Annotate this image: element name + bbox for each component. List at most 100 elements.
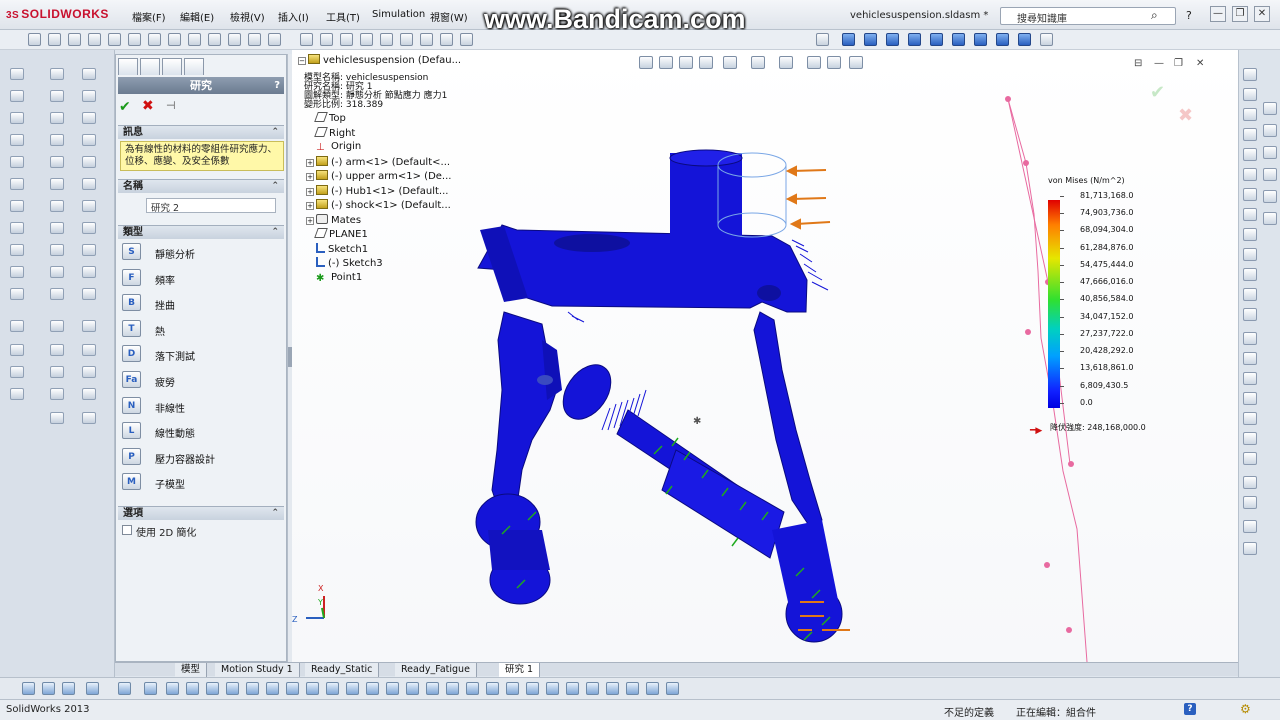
sim-tool-icon-11[interactable] xyxy=(246,682,259,695)
sim-tool-icon-30[interactable] xyxy=(626,682,639,695)
viewport-minimize-icon[interactable]: — xyxy=(1154,58,1164,69)
tool-icon-32[interactable] xyxy=(82,68,96,80)
view-dimetric-icon[interactable] xyxy=(996,33,1009,46)
zoom-icon[interactable] xyxy=(28,33,41,46)
circle-tool-icon[interactable] xyxy=(1243,148,1257,161)
expand-icon[interactable]: + xyxy=(306,202,314,210)
sim-tool-icon-23[interactable] xyxy=(486,682,499,695)
appearance-icon[interactable] xyxy=(340,33,353,46)
sim-tool-icon-8[interactable] xyxy=(186,682,199,695)
restore-button[interactable]: ❐ xyxy=(1232,6,1248,22)
tool-icon-3[interactable] xyxy=(10,112,24,124)
anchor-icon[interactable] xyxy=(816,33,829,46)
view-right-icon[interactable] xyxy=(908,33,921,46)
tool-icon-10[interactable] xyxy=(10,266,24,278)
sim-tool-icon-21[interactable] xyxy=(446,682,459,695)
tool-icon-18[interactable] xyxy=(50,112,64,124)
tree-item[interactable]: + (-) Hub1<1> (Default... xyxy=(306,184,448,197)
sim-tool-icon-29[interactable] xyxy=(606,682,619,695)
sim-tool-icon-26[interactable] xyxy=(546,682,559,695)
tree-item[interactable]: ✱ Point1 xyxy=(316,272,362,284)
name-section-header[interactable]: 名稱 ⌃ xyxy=(118,179,284,193)
collapse-icon[interactable]: ⌃ xyxy=(271,226,279,239)
expand-icon[interactable]: + xyxy=(306,173,314,181)
tab-ready-static[interactable]: Ready_Static xyxy=(305,663,380,677)
tool-icon-40[interactable] xyxy=(82,244,96,256)
table-icon[interactable] xyxy=(88,33,101,46)
tool-icon-19[interactable] xyxy=(50,134,64,146)
expand-icon[interactable]: + xyxy=(306,187,314,196)
sim-tool-icon-6[interactable] xyxy=(144,682,157,695)
custom-properties-icon[interactable] xyxy=(1263,212,1277,225)
right-arm[interactable] xyxy=(753,311,823,531)
tree-root[interactable]: − vehiclesuspension (Defau... xyxy=(298,54,461,66)
sim-tool-icon-25[interactable] xyxy=(526,682,539,695)
solidworks-logo[interactable]: 3S SOLIDWORKS xyxy=(6,7,109,21)
tool-icon-39[interactable] xyxy=(82,222,96,234)
menu-tools[interactable]: 工具(T) xyxy=(326,9,360,24)
quick-snap-icon[interactable] xyxy=(1243,476,1257,489)
polygon-tool-icon[interactable] xyxy=(1243,248,1257,261)
view-front-icon[interactable] xyxy=(842,33,855,46)
sim-tool-icon-16[interactable] xyxy=(346,682,359,695)
tool-icon-38[interactable] xyxy=(82,200,96,212)
study-type-static-analysis[interactable]: S 靜態分析 xyxy=(120,241,284,263)
tree-item[interactable]: Right xyxy=(314,126,355,139)
sim-tool-icon-27[interactable] xyxy=(566,682,579,695)
rapid-sketch-icon[interactable] xyxy=(1243,496,1257,509)
copy-icon[interactable] xyxy=(168,33,181,46)
align-icon[interactable] xyxy=(128,33,141,46)
offset-tool-icon[interactable] xyxy=(1243,352,1257,365)
cancel-button[interactable]: ✖ xyxy=(142,98,154,114)
rotate-icon[interactable] xyxy=(208,33,221,46)
smart-dimension-icon[interactable] xyxy=(1243,88,1257,101)
menu-view[interactable]: 檢視(V) xyxy=(230,9,265,24)
fillet-tool-icon[interactable] xyxy=(1243,228,1257,241)
sim-tool-icon-7[interactable] xyxy=(166,682,179,695)
sim-tool-icon-19[interactable] xyxy=(406,682,419,695)
move-icon[interactable] xyxy=(188,33,201,46)
filter-icon[interactable] xyxy=(68,33,81,46)
sim-tool-icon-18[interactable] xyxy=(386,682,399,695)
extend-tool-icon[interactable] xyxy=(1243,392,1257,405)
tool-icon-46[interactable] xyxy=(82,388,96,400)
tool-icon-8[interactable] xyxy=(10,222,24,234)
sim-tool-icon-10[interactable] xyxy=(226,682,239,695)
minimize-button[interactable]: — xyxy=(1210,6,1226,22)
file-explorer-icon[interactable] xyxy=(1263,146,1277,159)
study-type-frequency[interactable]: F 頻率 xyxy=(120,267,284,289)
view-top-icon[interactable] xyxy=(930,33,943,46)
sim-tool-icon-32[interactable] xyxy=(666,682,679,695)
sim-tool-icon-4[interactable] xyxy=(86,682,99,695)
tab-motion-study-1[interactable]: Motion Study 1 xyxy=(215,663,300,677)
search-input[interactable]: 搜尋知識庫 xyxy=(1000,7,1176,25)
tool-icon-36[interactable] xyxy=(82,156,96,168)
design-library-icon[interactable] xyxy=(1263,124,1277,137)
tool-icon-27[interactable] xyxy=(50,320,64,332)
graphics-area[interactable]: ✱ X Y Z ✔ ✖ − vehiclesuspension (Defau...… xyxy=(292,50,1238,662)
tab-study-1[interactable]: 研究 1 xyxy=(499,663,541,677)
lower-left-arm[interactable] xyxy=(491,311,561,521)
search-icon[interactable]: ⌕ xyxy=(1151,8,1158,23)
tool-icon-21[interactable] xyxy=(50,178,64,190)
ellipse-tool-icon[interactable] xyxy=(1243,208,1257,221)
sim-tool-icon-12[interactable] xyxy=(266,682,279,695)
tool-icon-6[interactable] xyxy=(10,178,24,190)
status-help-icon[interactable]: ? xyxy=(1184,703,1196,715)
study-type-drop-test[interactable]: D 落下測試 xyxy=(120,343,284,365)
collapse-icon[interactable]: − xyxy=(298,57,306,65)
edit-appearance-icon[interactable] xyxy=(807,56,821,69)
sim-tool-icon-13[interactable] xyxy=(286,682,299,695)
type-section-header[interactable]: 類型 ⌃ xyxy=(118,225,284,239)
tool-icon-23[interactable] xyxy=(50,222,64,234)
tool-icon-14[interactable] xyxy=(10,366,24,378)
sim-tool-icon-3[interactable] xyxy=(62,682,75,695)
menu-edit[interactable]: 編輯(E) xyxy=(180,9,214,24)
sim-tool-icon-1[interactable] xyxy=(22,682,35,695)
sim-tool-icon-17[interactable] xyxy=(366,682,379,695)
tool-icon-20[interactable] xyxy=(50,156,64,168)
sim-tool-icon-28[interactable] xyxy=(586,682,599,695)
study-type-nonlinear[interactable]: N 非線性 xyxy=(120,395,284,417)
mirror-tool-icon[interactable] xyxy=(1243,332,1257,345)
apply-scene-icon[interactable] xyxy=(827,56,841,69)
